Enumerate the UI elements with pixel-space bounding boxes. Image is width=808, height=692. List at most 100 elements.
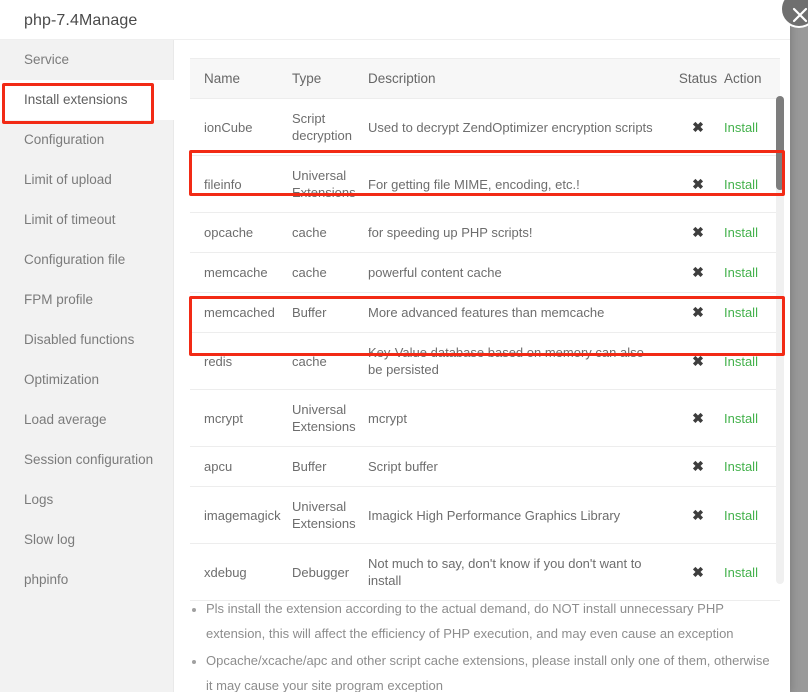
sidebar-item-load-average[interactable]: Load average xyxy=(0,400,173,440)
sidebar-item-session-configuration[interactable]: Session configuration xyxy=(0,440,173,480)
sidebar-item-disabled-functions[interactable]: Disabled functions xyxy=(0,320,173,360)
table-header: Name Type Description Status Action xyxy=(190,59,780,99)
sidebar-item-install-extensions[interactable]: Install extensions xyxy=(0,80,175,120)
install-link[interactable]: Install xyxy=(724,305,758,320)
sidebar-item-limit-of-timeout[interactable]: Limit of timeout xyxy=(0,200,173,240)
cross-icon: ✖ xyxy=(692,264,704,280)
column-header-status: Status xyxy=(672,59,724,99)
sidebar-item-label: phpinfo xyxy=(24,572,68,587)
install-link[interactable]: Install xyxy=(724,177,758,192)
sidebar-item-configuration-file[interactable]: Configuration file xyxy=(0,240,173,280)
sidebar-item-logs[interactable]: Logs xyxy=(0,480,173,520)
cell-status: ✖ xyxy=(672,213,724,253)
cell-status: ✖ xyxy=(672,487,724,544)
cell-action: Install xyxy=(724,156,780,213)
cell-action: Install xyxy=(724,544,780,601)
php-manage-modal: php-7.4Manage Service Install extensions C… xyxy=(0,0,790,692)
cell-extension-name: mcrypt xyxy=(190,390,292,447)
cell-extension-type: Buffer xyxy=(292,447,368,487)
sidebar-item-slow-log[interactable]: Slow log xyxy=(0,520,173,560)
cell-status: ✖ xyxy=(672,99,724,156)
table-row: rediscacheKey-Value database based on me… xyxy=(190,333,780,390)
install-link[interactable]: Install xyxy=(724,459,758,474)
cross-icon: ✖ xyxy=(692,304,704,320)
install-link[interactable]: Install xyxy=(724,120,758,135)
sidebar-item-phpinfo[interactable]: phpinfo xyxy=(0,560,173,600)
table-header-row: Name Type Description Status Action xyxy=(190,59,780,99)
install-link[interactable]: Install xyxy=(724,508,758,523)
cell-extension-description: Imagick High Performance Graphics Librar… xyxy=(368,487,672,544)
cell-extension-name: apcu xyxy=(190,447,292,487)
cell-action: Install xyxy=(724,213,780,253)
table-row: memcachedBufferMore advanced features th… xyxy=(190,293,780,333)
sidebar-item-label: FPM profile xyxy=(24,292,93,307)
install-link[interactable]: Install xyxy=(724,225,758,240)
notes-section: Pls install the extension according to t… xyxy=(190,596,775,692)
cell-status: ✖ xyxy=(672,253,724,293)
cell-extension-type: cache xyxy=(292,253,368,293)
sidebar-item-label: Load average xyxy=(24,412,107,427)
sidebar-item-configuration[interactable]: Configuration xyxy=(0,120,173,160)
cross-icon: ✖ xyxy=(692,564,704,580)
sidebar-item-service[interactable]: Service xyxy=(0,40,173,80)
cell-status: ✖ xyxy=(672,390,724,447)
cell-extension-name: ionCube xyxy=(190,99,292,156)
cell-status: ✖ xyxy=(672,156,724,213)
table-row: apcuBufferScript buffer✖Install xyxy=(190,447,780,487)
sidebar-item-label: Install extensions xyxy=(24,92,128,107)
cross-icon: ✖ xyxy=(692,176,704,192)
cell-action: Install xyxy=(724,333,780,390)
install-link[interactable]: Install xyxy=(724,565,758,580)
sidebar-item-label: Service xyxy=(24,52,69,67)
cell-extension-description: Not much to say, don't know if you don't… xyxy=(368,544,672,601)
extensions-table: Name Type Description Status Action ionC… xyxy=(190,58,780,601)
cell-extension-description: powerful content cache xyxy=(368,253,672,293)
cell-extension-name: opcache xyxy=(190,213,292,253)
cell-extension-name: xdebug xyxy=(190,544,292,601)
cell-extension-type: Debugger xyxy=(292,544,368,601)
install-link[interactable]: Install xyxy=(724,354,758,369)
cross-icon: ✖ xyxy=(692,507,704,523)
note-item: Pls install the extension according to t… xyxy=(206,596,775,646)
column-header-description: Description xyxy=(368,59,672,99)
table-scrollbar-thumb[interactable] xyxy=(776,96,784,190)
sidebar-item-label: Optimization xyxy=(24,372,99,387)
install-link[interactable]: Install xyxy=(724,265,758,280)
cell-extension-description: for speeding up PHP scripts! xyxy=(368,213,672,253)
cell-extension-description: Used to decrypt ZendOptimizer encryption… xyxy=(368,99,672,156)
table-row: ionCubeScript decryptionUsed to decrypt … xyxy=(190,99,780,156)
table-scrollbar-track[interactable] xyxy=(776,96,784,584)
note-item: Opcache/xcache/apc and other script cach… xyxy=(206,648,775,692)
sidebar-item-optimization[interactable]: Optimization xyxy=(0,360,173,400)
cell-status: ✖ xyxy=(672,293,724,333)
cross-icon: ✖ xyxy=(692,353,704,369)
sidebar-item-fpm-profile[interactable]: FPM profile xyxy=(0,280,173,320)
column-header-action: Action xyxy=(724,59,780,99)
column-header-name: Name xyxy=(190,59,292,99)
cell-action: Install xyxy=(724,487,780,544)
modal-titlebar: php-7.4Manage xyxy=(0,0,790,40)
cell-extension-description: More advanced features than memcache xyxy=(368,293,672,333)
table-row: memcachecachepowerful content cache ✖ Inst… xyxy=(190,253,780,293)
cell-action: Install xyxy=(724,447,780,487)
cross-icon: ✖ xyxy=(692,458,704,474)
install-link[interactable]: Install xyxy=(724,411,758,426)
cell-extension-type: cache xyxy=(292,333,368,390)
cell-extension-name: memcached xyxy=(190,293,292,333)
table-row: mcryptUniversal Extensionsmcrypt✖Install xyxy=(190,390,780,447)
table-row: fileinfoUniversal ExtensionsFor getting … xyxy=(190,156,780,213)
table-row: xdebugDebuggerNot much to say, don't kno… xyxy=(190,544,780,601)
close-icon xyxy=(791,6,808,24)
page-title: php-7.4Manage xyxy=(24,12,137,30)
cell-action: Install xyxy=(724,390,780,447)
cell-status: ✖ xyxy=(672,544,724,601)
cell-extension-description: For getting file MIME, encoding, etc.! xyxy=(368,156,672,213)
sidebar-item-limit-of-upload[interactable]: Limit of upload xyxy=(0,160,173,200)
cross-icon: ✖ xyxy=(692,224,704,240)
cell-extension-name: memcache xyxy=(190,253,292,293)
cell-action: Install xyxy=(724,99,780,156)
cell-action: Install xyxy=(724,253,780,293)
cell-extension-description: mcrypt xyxy=(368,390,672,447)
sidebar-item-label: Logs xyxy=(24,492,53,507)
cross-icon: ✖ xyxy=(692,410,704,426)
